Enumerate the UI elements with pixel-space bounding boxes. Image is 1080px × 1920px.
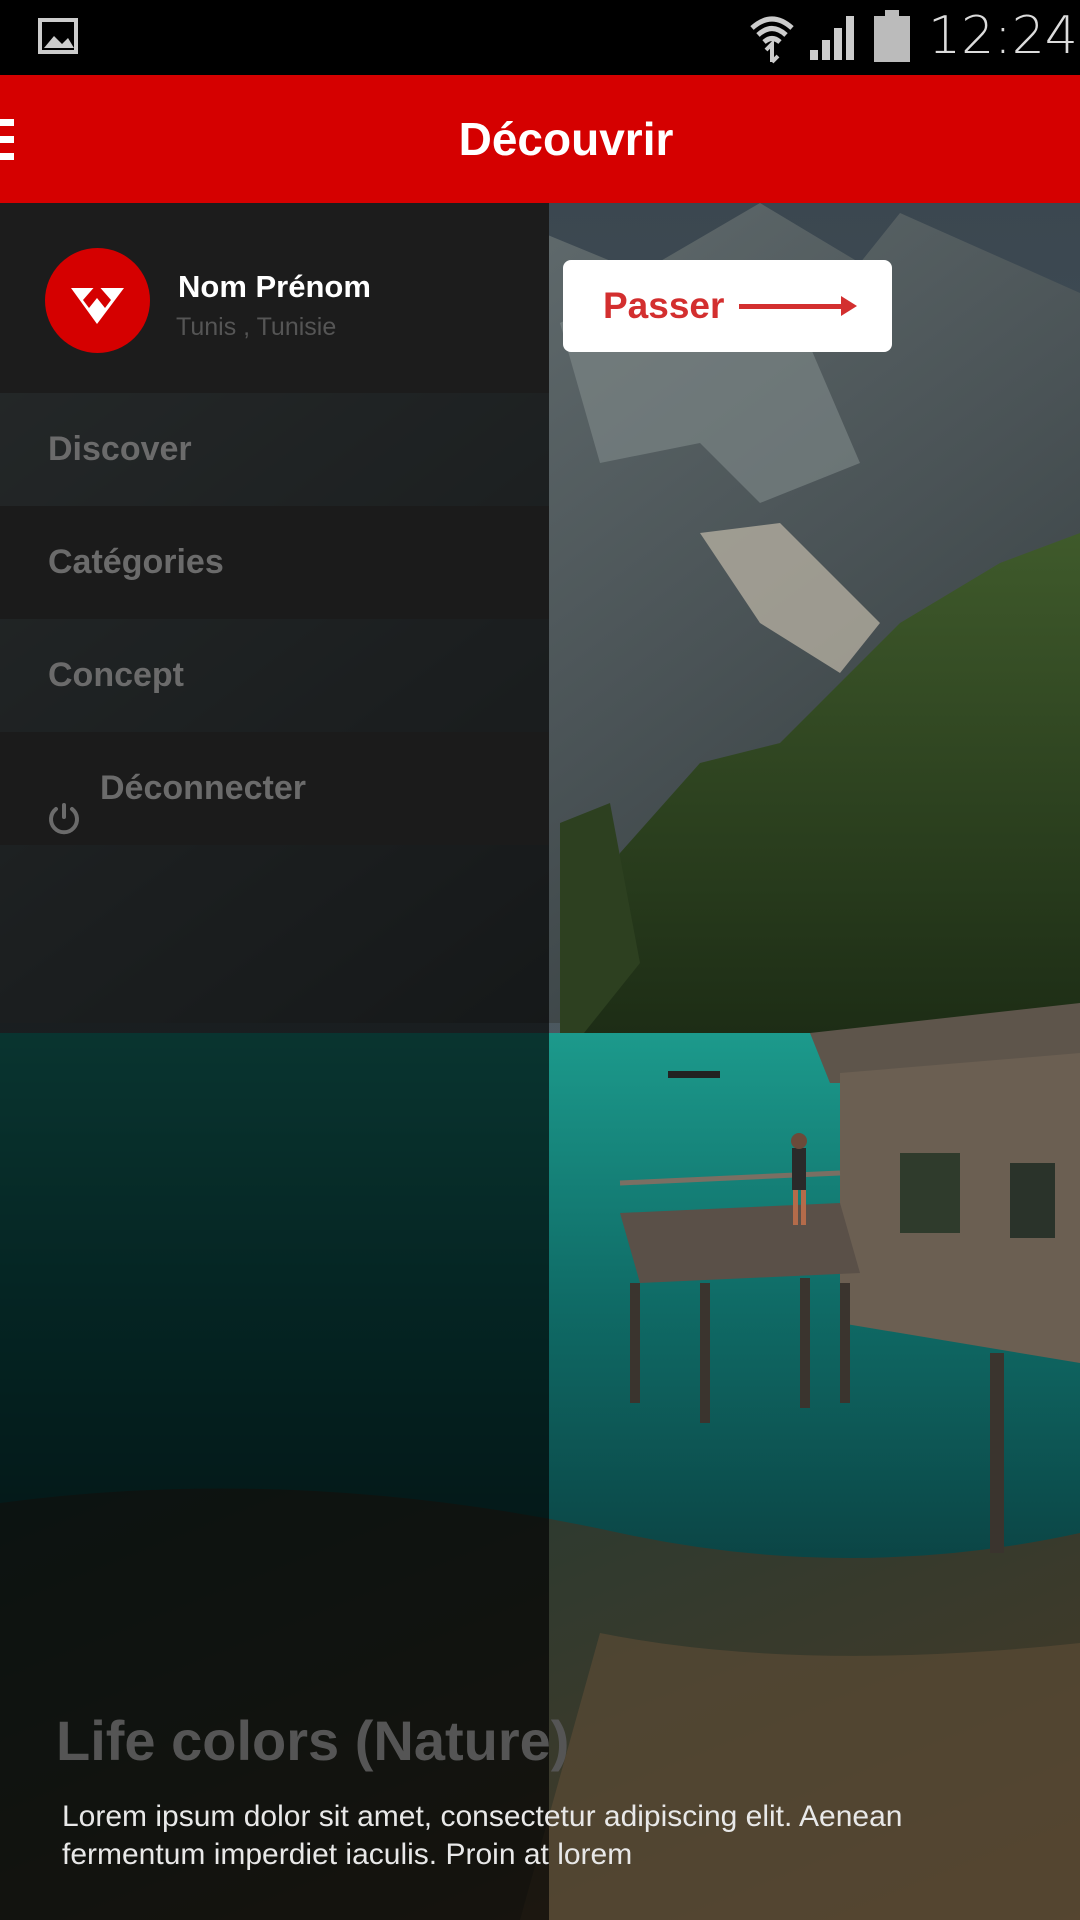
- app-bar: Découvrir: [0, 75, 1080, 203]
- profile-location: Tunis , Tunisie: [176, 313, 337, 341]
- drawer-item-label: Discover: [48, 430, 192, 468]
- arrow-right-icon: [739, 293, 859, 324]
- battery-icon: [872, 8, 912, 69]
- drawer-item-discover[interactable]: Discover: [0, 393, 549, 506]
- content-description: Lorem ipsum dolor sit amet, consectetur …: [62, 1800, 903, 1871]
- signal-icon: [808, 12, 858, 67]
- drawer-item-logout[interactable]: Déconnecter: [0, 732, 549, 845]
- wifi-icon: [748, 10, 796, 69]
- gallery-icon: [38, 18, 78, 59]
- clock: 12:24: [928, 6, 1078, 66]
- drawer-profile[interactable]: Nom Prénom Tunis , Tunisie: [0, 203, 549, 393]
- drawer-item-label: Concept: [48, 656, 184, 694]
- drawer-item-label: Déconnecter: [100, 769, 306, 807]
- drawer-item-categories[interactable]: Catégories: [0, 506, 549, 619]
- skip-button-label: Passer: [603, 285, 725, 326]
- power-icon: [46, 770, 82, 883]
- drawer-item-concept[interactable]: Concept: [0, 619, 549, 732]
- status-bar: 12:24: [0, 0, 1080, 75]
- content-title: Life colors (Nature): [56, 1709, 570, 1772]
- skip-button[interactable]: Passer: [563, 260, 892, 352]
- drawer-item-label: Catégories: [48, 543, 224, 581]
- navigation-drawer: Nom Prénom Tunis , Tunisie Discover Caté…: [0, 203, 549, 845]
- logo-icon: [71, 284, 124, 324]
- avatar: [45, 248, 150, 353]
- page-title: Découvrir: [458, 113, 674, 165]
- profile-name: Nom Prénom: [178, 269, 371, 304]
